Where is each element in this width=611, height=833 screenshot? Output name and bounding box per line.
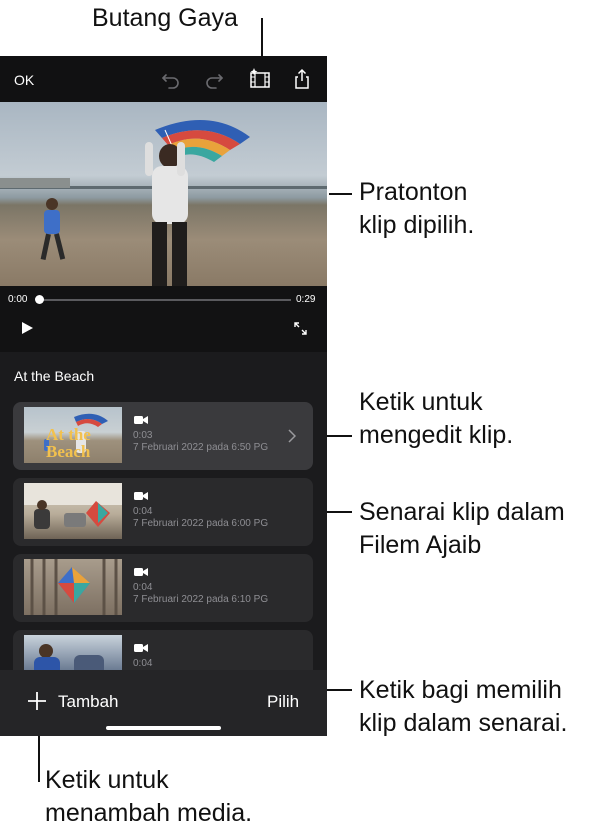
thumbnail-title-line2: Beach: [46, 442, 91, 461]
annotation-tap-select: Ketik bagi memilih klip dalam senarai.: [359, 676, 568, 737]
clip-duration: 0:04: [133, 506, 153, 517]
clip-date: 7 Februari 2022 pada 6:00 PG: [133, 518, 269, 529]
clip-duration: 0:04: [133, 658, 153, 669]
video-preview[interactable]: [0, 102, 327, 286]
share-icon[interactable]: [291, 68, 313, 90]
annotation-clip-list: Senarai klip dalam Filem Ajaib: [359, 498, 565, 559]
clip-thumbnail: [24, 559, 122, 615]
video-camera-icon: [134, 568, 148, 576]
plus-icon: [28, 692, 46, 710]
add-media-label: Tambah: [58, 692, 119, 711]
fullscreen-icon[interactable]: [293, 321, 308, 336]
clip-card-2[interactable]: 0:04 7 Februari 2022 pada 6:00 PG: [13, 478, 313, 546]
annotation-style-button: Butang Gaya: [92, 4, 238, 32]
clip-thumbnail: [24, 483, 122, 539]
clip-card-3[interactable]: 0:04 7 Februari 2022 pada 6:10 PG: [13, 554, 313, 622]
clip-duration: 0:04: [133, 582, 153, 593]
select-button[interactable]: Pilih: [267, 692, 299, 712]
leader-preview: [329, 193, 352, 195]
clip-duration: 0:03: [133, 430, 153, 441]
bottom-toolbar: Tambah Pilih: [0, 670, 327, 736]
playback-controls: 0:00 0:29: [0, 286, 327, 352]
annotation-tap-add: Ketik untuk menambah media.: [45, 766, 253, 827]
style-film-icon[interactable]: [248, 67, 272, 91]
section-title: At the Beach: [14, 368, 95, 384]
video-camera-icon: [134, 644, 148, 652]
top-toolbar: OK: [0, 56, 327, 102]
chevron-right-icon[interactable]: [288, 429, 296, 443]
undo-icon[interactable]: [160, 68, 182, 90]
time-end: 0:29: [296, 294, 316, 305]
play-icon[interactable]: [20, 321, 34, 335]
preview-photo: [0, 120, 327, 286]
clip-card-1[interactable]: At the Beach 0:03 7 Februari 2022 pada 6…: [13, 402, 313, 470]
clip-list: At the Beach At the Beach 0:03 7 Februar…: [0, 352, 327, 698]
video-camera-icon: [134, 416, 148, 424]
clip-date: 7 Februari 2022 pada 6:50 PG: [133, 442, 269, 453]
time-start: 0:00: [8, 294, 28, 305]
video-camera-icon: [134, 492, 148, 500]
annotation-tap-edit: Ketik untuk mengedit klip.: [359, 388, 514, 449]
clip-date: 7 Februari 2022 pada 6:10 PG: [133, 594, 269, 605]
home-indicator[interactable]: [106, 726, 221, 730]
ok-button[interactable]: OK: [14, 72, 34, 88]
scrubber-track[interactable]: [39, 299, 291, 301]
annotation-preview: Pratonton klip dipilih.: [359, 178, 475, 239]
scrubber-knob[interactable]: [35, 295, 44, 304]
redo-icon[interactable]: [203, 68, 225, 90]
clip-thumbnail: At the Beach: [24, 407, 122, 463]
imovie-phone-screen: OK 0:00 0:29 At the Beach At the Beach 0…: [0, 56, 327, 736]
